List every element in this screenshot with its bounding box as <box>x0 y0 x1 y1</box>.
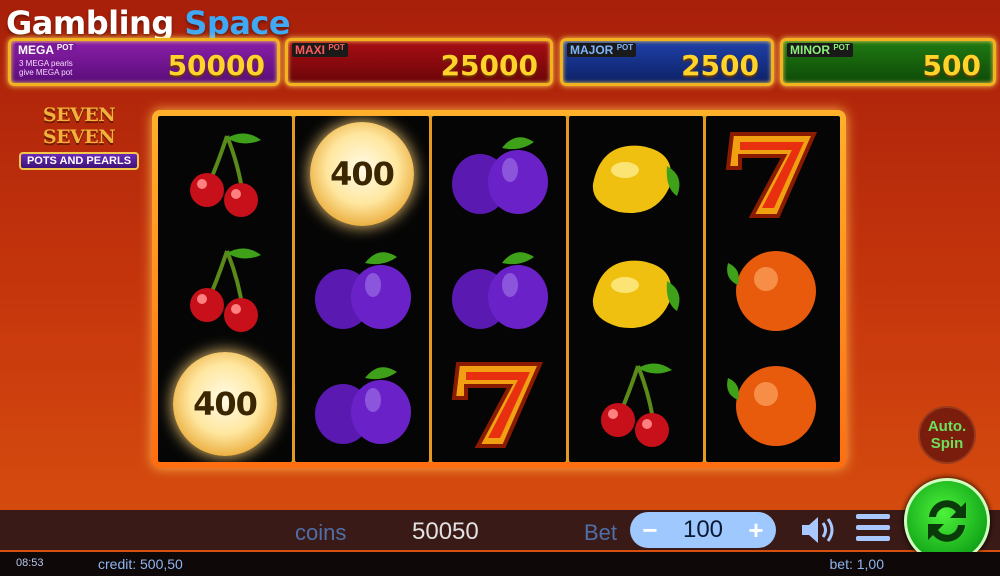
brand-logo: Gambling Space <box>6 4 291 42</box>
pearl-symbol-icon: 400 <box>310 121 414 226</box>
bet-increase-button[interactable]: + <box>744 515 768 546</box>
plum-symbol <box>444 234 554 344</box>
bet-label: Bet <box>584 520 618 545</box>
seven-symbol <box>718 119 828 229</box>
pearl-value: 400 <box>193 385 258 424</box>
jackpot-maxi-value: 25000 <box>440 49 538 82</box>
reels-container: 400 400 <box>158 116 840 462</box>
reel-1: 400 <box>158 116 292 462</box>
coins-value: 50050 <box>412 518 479 545</box>
menu-icon[interactable] <box>856 514 890 546</box>
brand-part2: Space <box>184 4 291 42</box>
pearl-symbol-icon: 400 <box>173 352 277 457</box>
orange-symbol <box>718 234 828 344</box>
bet-stepper: − 100 + <box>630 512 776 548</box>
plum-symbol <box>444 119 554 229</box>
orange-symbol <box>718 349 828 459</box>
status-footer: 08:53 credit: 500,50 bet: 1,00 <box>0 552 1000 576</box>
jackpot-bar: MEGA POT 3 MEGA pearls give MEGA pot 5000… <box>8 38 996 86</box>
reel-grid: 400 400 <box>152 110 846 468</box>
plum-symbol <box>307 234 417 344</box>
reel-2: 400 <box>295 116 429 462</box>
brand-part1: Gambling <box>6 4 174 42</box>
cherry-symbol <box>170 119 280 229</box>
jackpot-mega-tag: MEGA POT <box>15 43 77 57</box>
sound-icon[interactable] <box>800 514 836 546</box>
jackpot-mega-note: 3 MEGA pearls give MEGA pot <box>19 59 73 77</box>
spin-arrows-icon <box>928 500 966 542</box>
seven-symbol <box>444 349 554 459</box>
jackpot-mega: MEGA POT 3 MEGA pearls give MEGA pot 5000… <box>8 38 280 86</box>
plum-symbol <box>307 349 417 459</box>
cherry-symbol <box>581 349 691 459</box>
jackpot-major-value: 2500 <box>681 49 759 82</box>
reel-3 <box>432 116 566 462</box>
control-bar <box>0 510 1000 550</box>
bet-display: bet: 1,00 <box>829 556 885 572</box>
jackpot-minor-value: 500 <box>922 49 981 82</box>
jackpot-mega-value: 50000 <box>167 49 265 82</box>
clock-time: 08:53 <box>16 557 44 569</box>
pearl-symbol: 400 <box>307 119 417 229</box>
cherry-symbol <box>170 234 280 344</box>
pearl-value: 400 <box>330 154 395 193</box>
bet-value: 100 <box>682 516 724 543</box>
lemon-symbol <box>581 234 691 344</box>
game-logo-title: SEVEN SEVEN <box>42 104 116 148</box>
autospin-button[interactable]: Auto. Spin <box>918 406 976 464</box>
game-logo: SEVEN SEVEN POTS AND PEARLS <box>10 104 148 170</box>
jackpot-minor: MINOR POT 500 <box>780 38 996 86</box>
jackpot-major: MAJOR POT 2500 <box>560 38 774 86</box>
jackpot-maxi-tag: MAXI POT <box>292 43 348 57</box>
reel-5 <box>706 116 840 462</box>
jackpot-major-tag: MAJOR POT <box>567 43 637 57</box>
game-logo-subtitle: POTS AND PEARLS <box>19 152 139 170</box>
jackpot-minor-tag: MINOR POT <box>787 43 853 57</box>
bet-decrease-button[interactable]: − <box>638 515 662 546</box>
lemon-symbol <box>581 119 691 229</box>
pearl-symbol: 400 <box>170 349 280 459</box>
reel-4 <box>569 116 703 462</box>
coins-label: coins <box>295 520 347 545</box>
credit-display: credit: 500,50 <box>98 556 183 572</box>
jackpot-maxi: MAXI POT 25000 <box>285 38 553 86</box>
